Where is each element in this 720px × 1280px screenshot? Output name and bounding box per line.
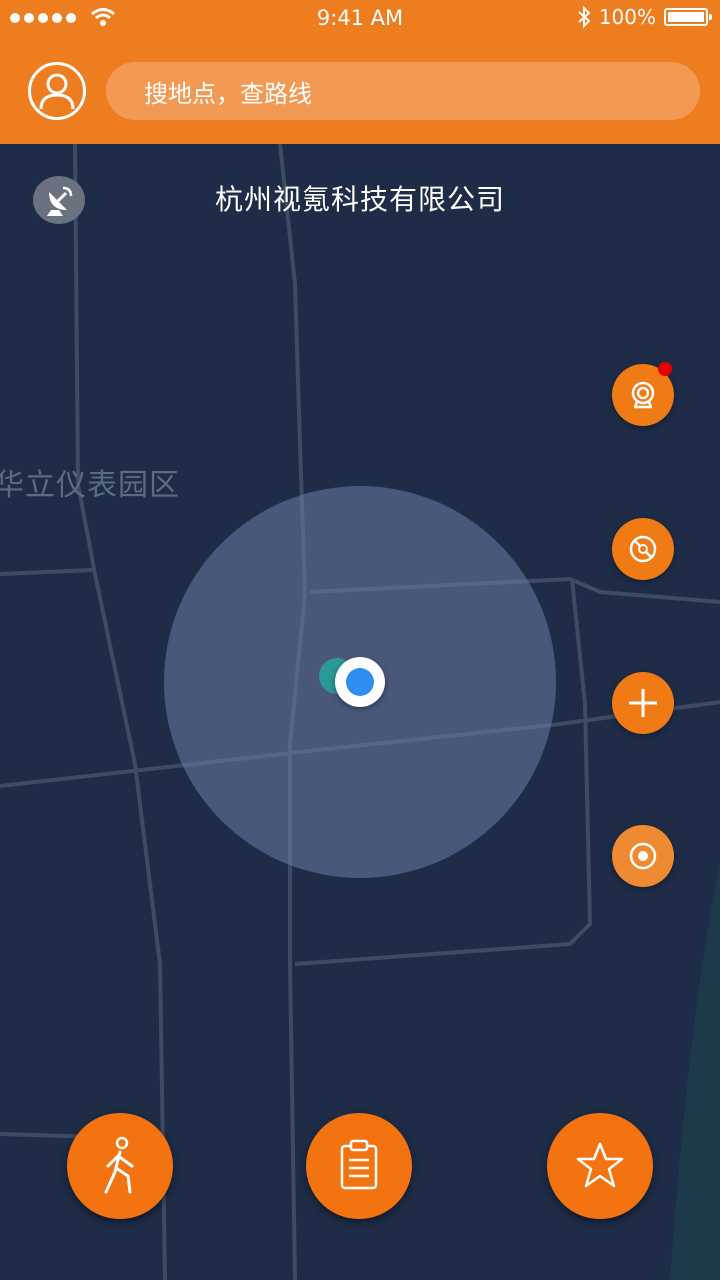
- current-location-title: 杭州视氪科技有限公司: [214, 183, 505, 216]
- favorites-button[interactable]: [547, 1113, 653, 1219]
- walk-icon: [104, 1136, 134, 1194]
- walk-navigation-button[interactable]: [67, 1113, 173, 1219]
- user-icon: [39, 73, 75, 110]
- zoom-in-button[interactable]: [612, 672, 674, 734]
- battery-icon: [664, 8, 712, 26]
- map-area-label: 华立仪表园区: [0, 468, 180, 503]
- notification-dot: [658, 362, 672, 376]
- user-location-dot: [335, 657, 385, 707]
- records-button[interactable]: [306, 1113, 412, 1219]
- user-avatar-button[interactable]: [28, 62, 86, 120]
- locate-icon: [629, 842, 657, 870]
- search-input[interactable]: 搜地点，查路线: [106, 62, 700, 120]
- clipboard-icon: [340, 1139, 378, 1190]
- bluetooth-icon: [578, 5, 591, 29]
- locate-me-button[interactable]: [612, 825, 674, 887]
- compass-button[interactable]: [612, 518, 674, 580]
- status-bar: 9:41 AM 100%: [0, 0, 720, 40]
- compass-icon: [629, 535, 657, 563]
- header: 搜地点，查路线: [0, 40, 720, 144]
- radar-scan-button[interactable]: [612, 362, 674, 426]
- radar-icon: [631, 381, 655, 409]
- star-icon: [576, 1142, 624, 1188]
- battery-percentage: 100%: [598, 5, 656, 29]
- plus-icon: [629, 689, 657, 717]
